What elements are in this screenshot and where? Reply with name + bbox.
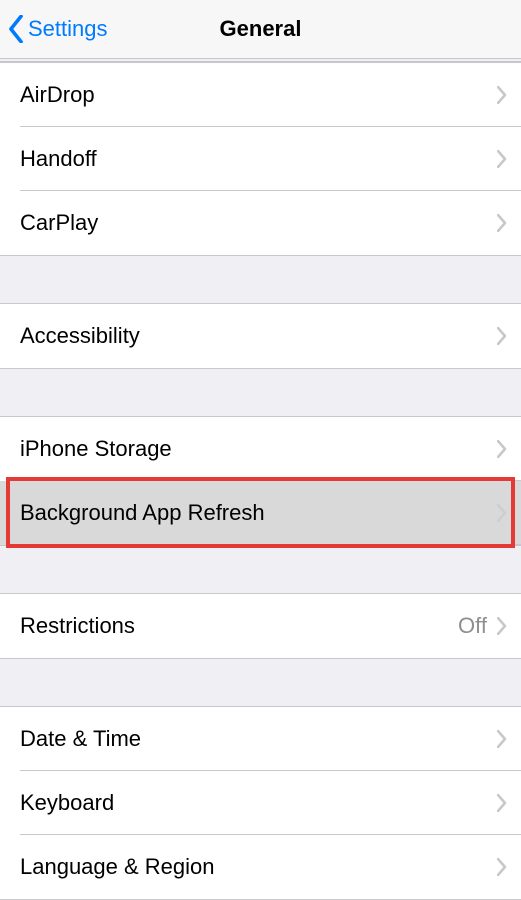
row-label: AirDrop [20,82,497,108]
row-date-time[interactable]: Date & Time [0,707,521,771]
row-label: Language & Region [20,854,497,880]
row-label: iPhone Storage [20,436,497,462]
row-handoff[interactable]: Handoff [0,127,521,191]
chevron-right-icon [497,440,507,458]
row-label: Accessibility [20,323,497,349]
chevron-right-icon [497,86,507,104]
row-value: Off [458,613,487,639]
row-iphone-storage[interactable]: iPhone Storage [0,417,521,481]
row-label: Background App Refresh [20,500,497,526]
group-2: Accessibility [0,303,521,369]
spacer [0,256,521,303]
row-label: Date & Time [20,726,497,752]
row-language-region[interactable]: Language & Region [0,835,521,899]
chevron-right-icon [497,617,507,635]
chevron-right-icon [497,150,507,168]
group-1: AirDrop Handoff CarPlay [0,62,521,256]
row-label: Keyboard [20,790,497,816]
chevron-right-icon [497,214,507,232]
row-airdrop[interactable]: AirDrop [0,63,521,127]
group-4: Restrictions Off [0,593,521,659]
back-label: Settings [28,16,108,42]
chevron-right-icon [497,730,507,748]
group-5: Date & Time Keyboard Language & Region [0,706,521,900]
row-label: CarPlay [20,210,497,236]
group-3: iPhone Storage Background App Refresh [0,416,521,546]
back-button[interactable]: Settings [0,15,108,43]
row-label: Restrictions [20,613,458,639]
spacer [0,546,521,593]
spacer [0,659,521,706]
page-title: General [220,16,302,42]
chevron-right-icon [497,794,507,812]
chevron-right-icon [497,504,507,522]
row-keyboard[interactable]: Keyboard [0,771,521,835]
row-carplay[interactable]: CarPlay [0,191,521,255]
chevron-right-icon [497,858,507,876]
navigation-bar: Settings General [0,0,521,59]
chevron-right-icon [497,327,507,345]
spacer [0,369,521,416]
back-chevron-icon [8,15,24,43]
row-accessibility[interactable]: Accessibility [0,304,521,368]
row-background-app-refresh[interactable]: Background App Refresh [0,481,521,545]
row-label: Handoff [20,146,497,172]
row-restrictions[interactable]: Restrictions Off [0,594,521,658]
